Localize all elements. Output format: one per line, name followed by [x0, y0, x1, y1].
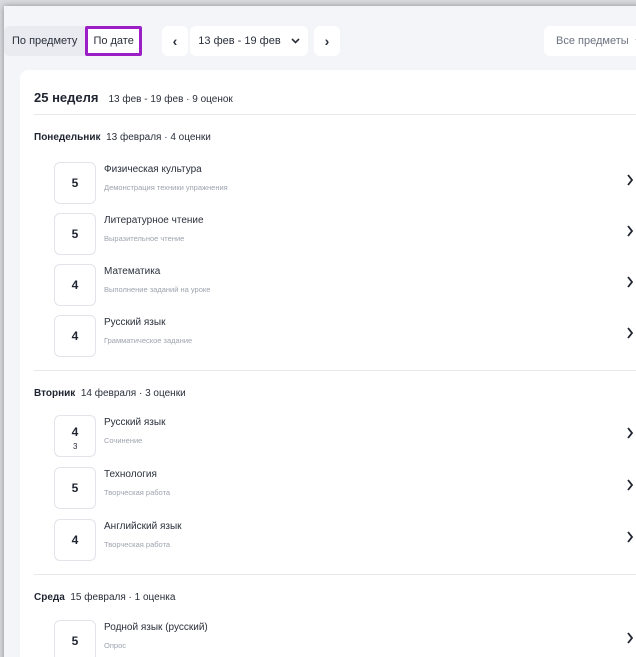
grades-card: 25 неделя 13 фев - 19 фев · 9 оценок Пон…	[20, 70, 636, 657]
grade-description: Творческая работа	[104, 540, 171, 549]
chevron-right-icon	[627, 174, 634, 186]
subject-name: Русский язык	[104, 317, 166, 328]
week-meta: 13 фев - 19 фев · 9 оценок	[108, 94, 233, 105]
chevron-right-icon	[627, 531, 634, 543]
subjects-filter-dropdown[interactable]: Все предметы	[544, 26, 636, 56]
app-frame: По предмету По дате ‹ 13 фев - 19 фев › …	[4, 6, 636, 657]
grade-box: 5	[54, 620, 96, 657]
grade-box: 4	[54, 264, 96, 306]
subject-name: Английский язык	[104, 521, 182, 532]
divider	[34, 370, 636, 371]
by-subject-button[interactable]: По предмету	[4, 26, 86, 56]
chevron-right-icon	[627, 479, 634, 491]
date-range-dropdown[interactable]: 13 фев - 19 фев	[190, 26, 308, 56]
view-switch: По предмету По дате	[4, 26, 142, 56]
toolbar: По предмету По дате ‹ 13 фев - 19 фев › …	[4, 6, 636, 66]
subject-name: Физическая культура	[104, 164, 202, 175]
grade-description: Выразительное чтение	[104, 234, 185, 243]
week-header: 25 неделя 13 фев - 19 фев · 9 оценок	[34, 90, 233, 105]
grade-description: Сочинение	[104, 436, 143, 445]
chevron-down-icon	[291, 38, 300, 44]
day-meta: 15 февраля · 1 оценка	[70, 592, 176, 603]
grade-description: Грамматическое задание	[104, 336, 193, 345]
grade-box: 5	[54, 162, 96, 204]
divider	[34, 574, 636, 575]
grade-row[interactable]: 5 Родной язык (русский) Опрос	[54, 620, 636, 657]
grade-description: Демонстрация техники упражнения	[104, 183, 228, 192]
divider	[34, 114, 636, 115]
date-range-label: 13 фев - 19 фев	[198, 35, 281, 47]
day-meta: 13 февраля · 4 оценки	[106, 132, 211, 143]
chevron-right-icon	[627, 327, 634, 339]
subject-name: Математика	[104, 266, 161, 277]
chevron-right-icon: ›	[324, 33, 330, 49]
chevron-right-icon	[627, 276, 634, 288]
chevron-right-icon	[627, 225, 634, 237]
day-header-monday: Понедельник 13 февраля · 4 оценки	[34, 132, 211, 143]
day-name: Среда	[34, 592, 65, 603]
grade-row[interactable]: 5 Технология Творческая работа	[54, 467, 636, 509]
grade-box: 5	[54, 213, 96, 255]
subject-name: Технология	[104, 469, 157, 480]
secondary-grade: 3	[73, 442, 78, 451]
subject-name: Родной язык (русский)	[104, 622, 208, 633]
grade-value: 4	[71, 425, 79, 439]
by-date-button[interactable]: По дате	[85, 26, 142, 56]
grade-row[interactable]: 4 Математика Выполнение заданий на уроке	[54, 264, 636, 306]
chevron-right-icon	[627, 632, 634, 644]
grade-row[interactable]: 4 Английский язык Творческая работа	[54, 519, 636, 561]
grade-description: Опрос	[104, 641, 126, 650]
grade-row[interactable]: 4 3 Русский язык Сочинение	[54, 415, 636, 457]
grade-box: 4	[54, 315, 96, 357]
week-title: 25 неделя	[34, 90, 99, 105]
grade-description: Творческая работа	[104, 488, 171, 497]
grade-row[interactable]: 5 Литературное чтение Выразительное чтен…	[54, 213, 636, 255]
day-header-tuesday: Вторник 14 февраля · 3 оценки	[34, 388, 186, 399]
grade-description: Выполнение заданий на уроке	[104, 285, 211, 294]
subject-name: Русский язык	[104, 417, 166, 428]
day-meta: 14 февраля · 3 оценки	[80, 388, 186, 399]
grade-box: 4	[54, 519, 96, 561]
grade-row[interactable]: 5 Физическая культура Демонстрация техни…	[54, 162, 636, 204]
subject-name: Литературное чтение	[104, 215, 204, 226]
prev-week-button[interactable]: ‹	[162, 26, 188, 56]
chevron-right-icon	[627, 427, 634, 439]
grade-box: 5	[54, 467, 96, 509]
day-name: Понедельник	[34, 132, 101, 143]
grade-box: 4 3	[54, 415, 96, 457]
subjects-filter-label: Все предметы	[556, 35, 629, 47]
next-week-button[interactable]: ›	[314, 26, 340, 56]
chevron-left-icon: ‹	[172, 33, 178, 49]
day-header-wednesday: Среда 15 февраля · 1 оценка	[34, 592, 175, 603]
grade-row[interactable]: 4 Русский язык Грамматическое задание	[54, 315, 636, 357]
day-name: Вторник	[34, 388, 76, 399]
